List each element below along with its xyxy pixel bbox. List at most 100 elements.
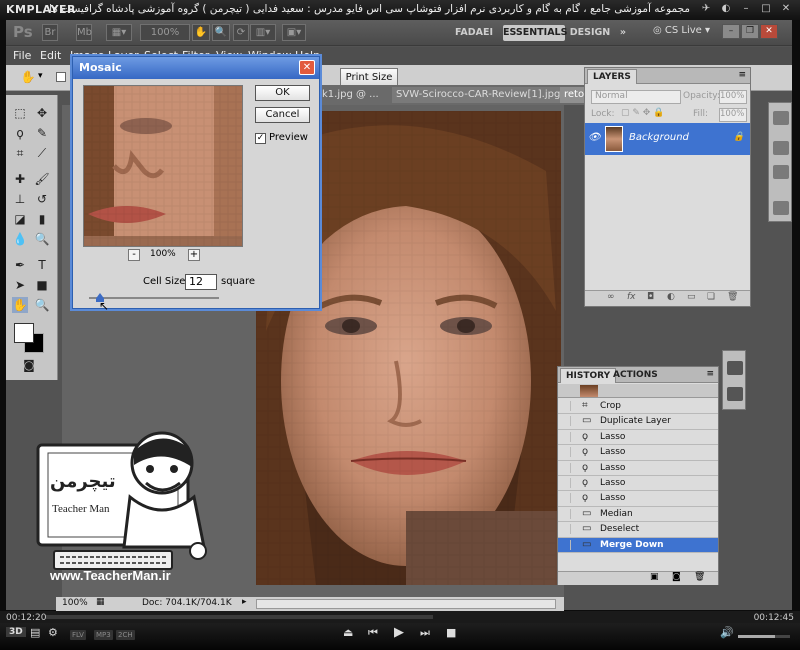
workspace-fadaei[interactable]: FADAEI xyxy=(449,25,499,41)
fx-icon[interactable]: fx xyxy=(627,292,636,302)
tab-actions[interactable]: ACTIONS xyxy=(608,368,663,383)
tab-layers[interactable]: LAYERS xyxy=(587,69,637,84)
history-item[interactable]: ▭ Merge Down xyxy=(558,537,718,553)
rotate-view-icon[interactable]: ⟳ xyxy=(233,24,249,41)
blend-mode-select[interactable]: Normal xyxy=(591,90,681,104)
new-document-icon[interactable]: ▣ xyxy=(650,572,659,582)
marquee-tool-icon[interactable]: ⬚ xyxy=(12,105,28,121)
tab-doc-2[interactable]: SVW-Scirocco-CAR-Review[1].jpg xyxy=(392,87,565,103)
next-icon[interactable]: ⏭ xyxy=(420,626,430,640)
cancel-button[interactable]: Cancel xyxy=(255,107,310,123)
history-brush-tool-icon[interactable]: ↺ xyxy=(34,191,50,207)
hand-tool-preset-icon[interactable]: ✋ xyxy=(20,69,36,85)
history-trash-icon[interactable]: 🗑 xyxy=(694,572,705,582)
ok-button[interactable]: OK xyxy=(255,85,310,101)
history-item[interactable]: ϙ Lasso xyxy=(558,430,718,446)
cell-size-input[interactable]: 12 xyxy=(185,274,217,290)
history-snapshot-row[interactable] xyxy=(558,384,718,398)
cs-live-button[interactable]: ◎ CS Live ▾ xyxy=(653,25,710,36)
eye-icon[interactable]: 👁 xyxy=(588,132,601,143)
arrange-documents-icon[interactable]: ▥▾ xyxy=(250,24,276,41)
history-source-checkbox[interactable] xyxy=(561,493,571,504)
group-icon[interactable]: ▭ xyxy=(687,292,696,302)
zoom-out-button[interactable]: - xyxy=(128,249,140,261)
status-zoom[interactable]: 100% xyxy=(62,598,88,608)
bridge-icon[interactable]: Br xyxy=(42,24,58,41)
mask-icon[interactable]: ◘ xyxy=(647,292,654,302)
path-select-tool-icon[interactable]: ➤ xyxy=(12,277,28,293)
history-source-checkbox[interactable] xyxy=(561,508,571,519)
history-item[interactable]: ▭ Median xyxy=(558,507,718,523)
history-item[interactable]: ϙ Lasso xyxy=(558,445,718,461)
zoom-tool-icon[interactable]: 🔍 xyxy=(212,24,230,41)
adjustments-panel-icon[interactable] xyxy=(773,141,789,155)
lock-icons[interactable]: ▢ ✎ ✥ 🔒 xyxy=(621,108,664,118)
workspace-design[interactable]: DESIGN xyxy=(569,25,611,41)
dialog-close-icon[interactable]: ✕ xyxy=(299,60,315,75)
type-tool-icon[interactable]: T xyxy=(34,257,50,273)
history-item[interactable]: ▭ Duplicate Layer xyxy=(558,414,718,430)
quick-mask-icon[interactable]: ◙ xyxy=(21,357,37,373)
volume-icon[interactable]: 🔊 xyxy=(720,626,734,639)
stamp-tool-icon[interactable]: ⊥ xyxy=(12,191,28,207)
snapshot-icon[interactable]: ◙ xyxy=(672,572,681,582)
history-source-checkbox[interactable] xyxy=(561,447,571,458)
color-panel-icon[interactable] xyxy=(773,111,789,125)
history-source-checkbox[interactable] xyxy=(561,431,571,442)
playlist-icon[interactable]: ▤ xyxy=(30,626,40,639)
history-source-checkbox[interactable] xyxy=(561,478,571,488)
history-source-checkbox[interactable] xyxy=(561,401,571,411)
minimize-icon[interactable]: – xyxy=(740,3,752,15)
zoom-level-box[interactable]: 100% xyxy=(140,24,190,41)
history-item[interactable]: ▭ Deselect xyxy=(558,522,718,538)
crop-tool-icon[interactable]: ⌗ xyxy=(12,145,28,161)
layer-row-background[interactable]: 👁 Background 🔒 xyxy=(585,123,750,155)
tab-doc-1[interactable]: k1.jpg @ ... xyxy=(318,87,383,103)
zoom-in-button[interactable]: + xyxy=(188,249,200,261)
close-icon[interactable]: ✕ xyxy=(780,3,792,15)
hand-tool-icon[interactable]: ✋ xyxy=(192,24,210,41)
layer-name[interactable]: Background xyxy=(629,132,689,143)
trash-icon[interactable]: 🗑 xyxy=(727,292,738,302)
preview-checkbox[interactable]: ✓ xyxy=(255,133,266,144)
zoom-tool-icon[interactable]: 🔍 xyxy=(34,297,50,313)
pen-tool-icon[interactable]: ✒ xyxy=(12,257,28,273)
menu-edit[interactable]: Edit xyxy=(40,49,61,62)
status-info-icon[interactable]: ▦ xyxy=(96,597,105,607)
screen-mode-icon[interactable]: ▣▾ xyxy=(282,24,306,41)
actions-panel-icon[interactable] xyxy=(727,387,743,401)
dodge-tool-icon[interactable]: 🔍 xyxy=(34,231,50,247)
history-item[interactable]: ϙ Lasso xyxy=(558,461,718,476)
history-item[interactable]: ⌗ Crop xyxy=(558,399,718,415)
play-icon[interactable]: ▶ xyxy=(394,625,404,640)
lasso-tool-icon[interactable]: ϙ xyxy=(12,125,28,141)
fill-field[interactable]: 100% xyxy=(719,108,747,122)
new-layer-icon[interactable]: ❏ xyxy=(707,292,715,302)
history-source-checkbox[interactable] xyxy=(561,416,571,427)
status-arrow-icon[interactable]: ▸ xyxy=(242,597,247,607)
panel-menu-icon[interactable]: ≡ xyxy=(738,70,746,80)
history-source-checkbox[interactable] xyxy=(561,524,571,535)
shape-tool-icon[interactable]: ■ xyxy=(34,277,50,293)
scroll-all-checkbox[interactable] xyxy=(56,72,66,82)
healing-tool-icon[interactable]: ✚ xyxy=(12,171,28,187)
hand-tool-icon-active[interactable]: ✋ xyxy=(12,297,28,313)
3d-button[interactable]: 3D xyxy=(6,627,26,637)
eject-icon[interactable]: ⏏ xyxy=(343,626,353,639)
opacity-field[interactable]: 100% xyxy=(719,90,747,104)
minibridge-icon[interactable]: Mb xyxy=(76,24,92,41)
pin-icon[interactable]: ✈ xyxy=(700,3,712,15)
stop-icon[interactable]: ■ xyxy=(446,626,456,639)
gradient-tool-icon[interactable]: ▮ xyxy=(34,211,50,227)
view-extras-icon[interactable]: ▦▾ xyxy=(106,24,132,41)
adjustment-icon[interactable]: ◐ xyxy=(667,292,675,302)
blur-tool-icon[interactable]: 💧 xyxy=(12,231,28,247)
styles-panel-icon[interactable] xyxy=(773,165,789,179)
history-source-checkbox[interactable] xyxy=(561,539,571,550)
more-workspaces-icon[interactable]: » xyxy=(616,25,630,41)
history-item[interactable]: ϙ Lasso xyxy=(558,491,718,507)
settings-icon[interactable]: ⚙ xyxy=(48,626,58,639)
previous-icon[interactable]: ⏮ xyxy=(368,626,378,640)
move-tool-icon[interactable]: ✥ xyxy=(34,105,50,121)
eraser-tool-icon[interactable]: ◪ xyxy=(12,211,28,227)
